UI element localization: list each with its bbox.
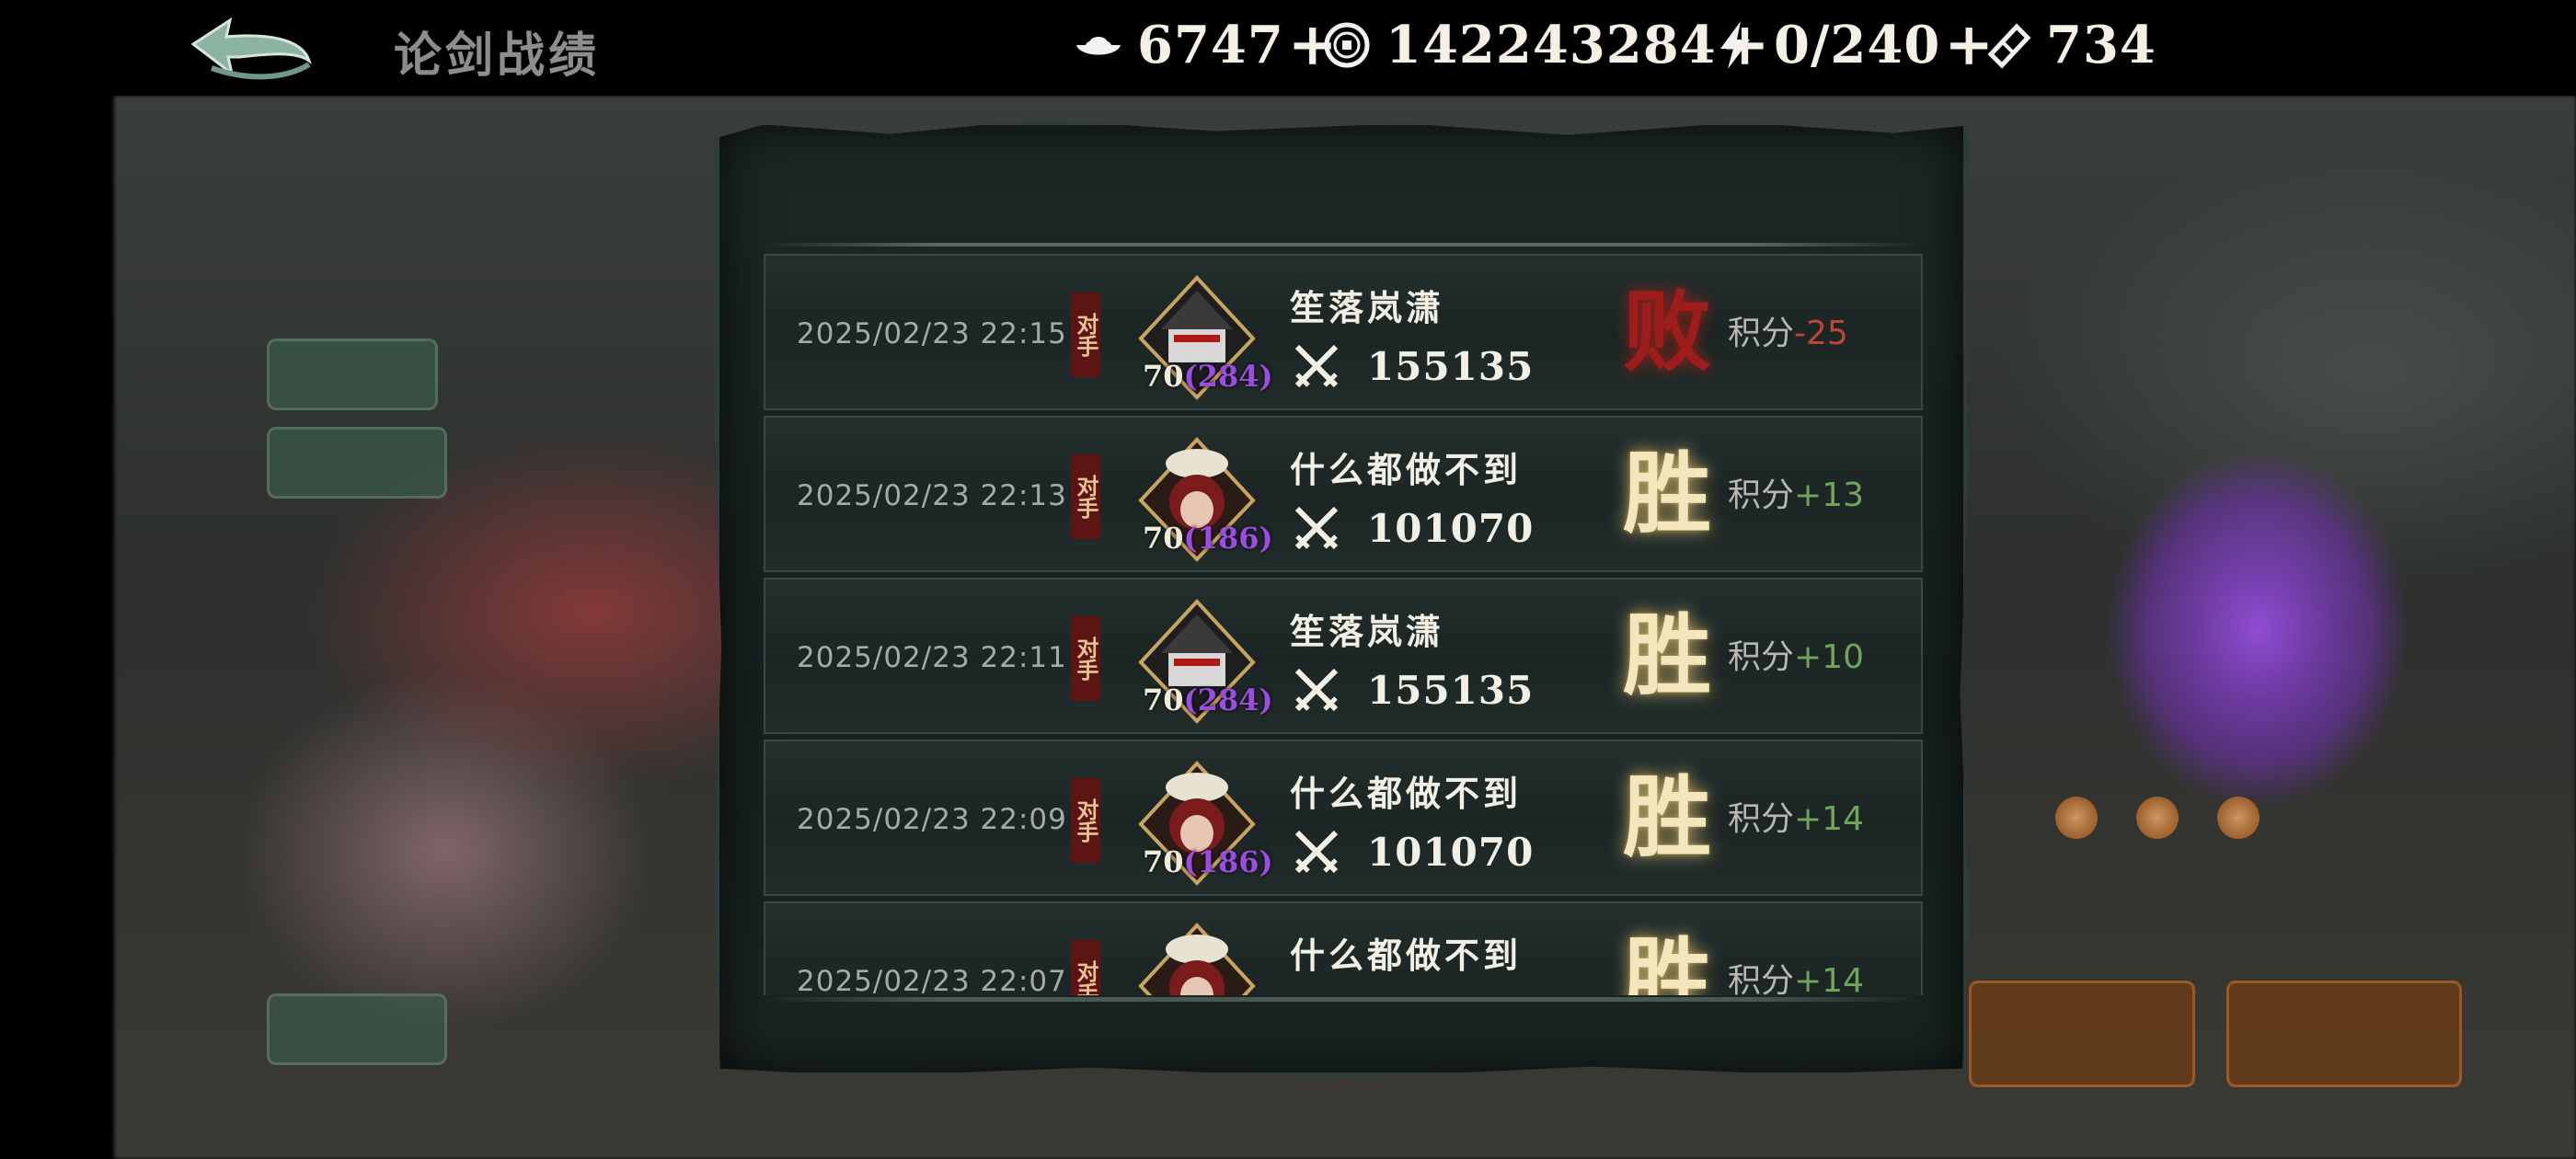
- opponent-name: 什么都做不到: [1290, 935, 1523, 976]
- result-win: 胜: [1623, 442, 1711, 545]
- score-change: 积分+14: [1728, 800, 1864, 838]
- result-win: 胜: [1623, 603, 1711, 707]
- ticket-value: 734: [2046, 15, 2156, 75]
- battle-record-panel: 2025/02/23 22:15 对手 70(284) 笙落岚潇 155135 …: [714, 120, 1969, 1078]
- combat-power-value: 155135: [1367, 667, 1535, 713]
- opponent-level: 70(284): [1143, 683, 1273, 717]
- score-change: 积分+10: [1728, 638, 1864, 676]
- stamina-value: 0/240: [1774, 15, 1941, 75]
- score-change: 积分+13: [1728, 476, 1864, 514]
- record-time: 2025/02/23 22:13: [797, 479, 1067, 512]
- opponent-name: 笙落岚潇: [1290, 287, 1445, 328]
- score-change: 积分+14: [1728, 962, 1864, 995]
- blurred-button: [267, 427, 447, 499]
- combat-power: 155135: [1290, 339, 1534, 394]
- opponent-tag: 对手: [1071, 616, 1100, 701]
- battle-record-row[interactable]: 2025/02/23 22:07 对手 什么都做不到 胜 积分+14: [764, 901, 1923, 995]
- combat-power-value: 101070: [1367, 829, 1535, 875]
- combat-power-value: 101070: [1367, 505, 1535, 551]
- coin-value: 142243284: [1386, 15, 1717, 75]
- stamina-resource: 0/240 +: [1708, 13, 1994, 77]
- battle-record-row[interactable]: 2025/02/23 22:15 对手 70(284) 笙落岚潇 155135 …: [764, 254, 1923, 410]
- blurred-button: [1969, 981, 2195, 1087]
- result-win: 胜: [1623, 765, 1711, 869]
- result-loss: 败: [1623, 280, 1711, 384]
- record-time: 2025/02/23 22:07: [797, 965, 1067, 995]
- coin-icon: [1324, 22, 1370, 68]
- ticket-resource: 734: [1980, 13, 2156, 77]
- opponent-level: 70(284): [1143, 359, 1273, 394]
- score-change: 积分-25: [1728, 315, 1848, 352]
- opponent-avatar[interactable]: [1133, 922, 1260, 995]
- ticket-icon: [1987, 23, 2031, 69]
- combat-power: 155135: [1290, 662, 1534, 717]
- stamina-bolt-icon: [1720, 21, 1750, 69]
- opponent-tag: 对手: [1071, 778, 1100, 863]
- opponent-name: 笙落岚潇: [1290, 611, 1445, 652]
- crossed-swords-icon: [1294, 344, 1339, 388]
- battle-record-row[interactable]: 2025/02/23 22:13 对手 70(186) 什么都做不到 10107…: [764, 416, 1923, 572]
- back-button[interactable]: [175, 13, 313, 86]
- battle-record-row[interactable]: 2025/02/23 22:09 对手 70(186) 什么都做不到 10107…: [764, 740, 1923, 896]
- opponent-tag: 对手: [1071, 454, 1100, 539]
- crossed-swords-icon: [1294, 830, 1339, 874]
- blurred-orb: [2055, 797, 2098, 839]
- opponent-name: 什么都做不到: [1290, 449, 1523, 490]
- blurred-button: [267, 993, 447, 1065]
- combat-power: 101070: [1290, 824, 1534, 879]
- silver-resource: 6747 +: [1071, 13, 1337, 77]
- silver-value: 6747: [1137, 15, 1284, 75]
- opponent-level: 70(186): [1143, 521, 1273, 556]
- opponent-tag: 对手: [1071, 940, 1100, 995]
- opponent-name: 什么都做不到: [1290, 773, 1523, 814]
- crossed-swords-icon: [1294, 506, 1339, 550]
- record-time: 2025/02/23 22:15: [797, 317, 1067, 350]
- blurred-button: [2226, 981, 2462, 1087]
- battle-record-row[interactable]: 2025/02/23 22:11 对手 70(284) 笙落岚潇 155135 …: [764, 578, 1923, 734]
- top-bar: 论剑战绩 6747 + 142243284 + 0/240 + 734: [0, 0, 2576, 96]
- panel-bottom-border: [764, 997, 1919, 1002]
- blurred-button: [267, 339, 438, 410]
- crossed-swords-icon: [1294, 668, 1339, 712]
- back-arrow-icon: [190, 17, 312, 80]
- combat-power-value: 155135: [1367, 343, 1535, 389]
- opponent-level: 70(186): [1143, 844, 1273, 879]
- page-title: 论剑战绩: [394, 28, 601, 84]
- record-time: 2025/02/23 22:11: [797, 641, 1067, 674]
- record-time: 2025/02/23 22:09: [797, 803, 1067, 836]
- battle-record-list[interactable]: 2025/02/23 22:15 对手 70(284) 笙落岚潇 155135 …: [764, 254, 1923, 995]
- opponent-tag: 对手: [1071, 293, 1100, 377]
- blurred-orb: [2136, 797, 2179, 839]
- blurred-orb: [2217, 797, 2260, 839]
- result-win: 胜: [1623, 927, 1711, 996]
- panel-divider: [764, 243, 1919, 247]
- silver-ingot-icon: [1076, 37, 1121, 55]
- combat-power: 101070: [1290, 500, 1534, 556]
- coin-resource: 142243284 +: [1319, 13, 1769, 77]
